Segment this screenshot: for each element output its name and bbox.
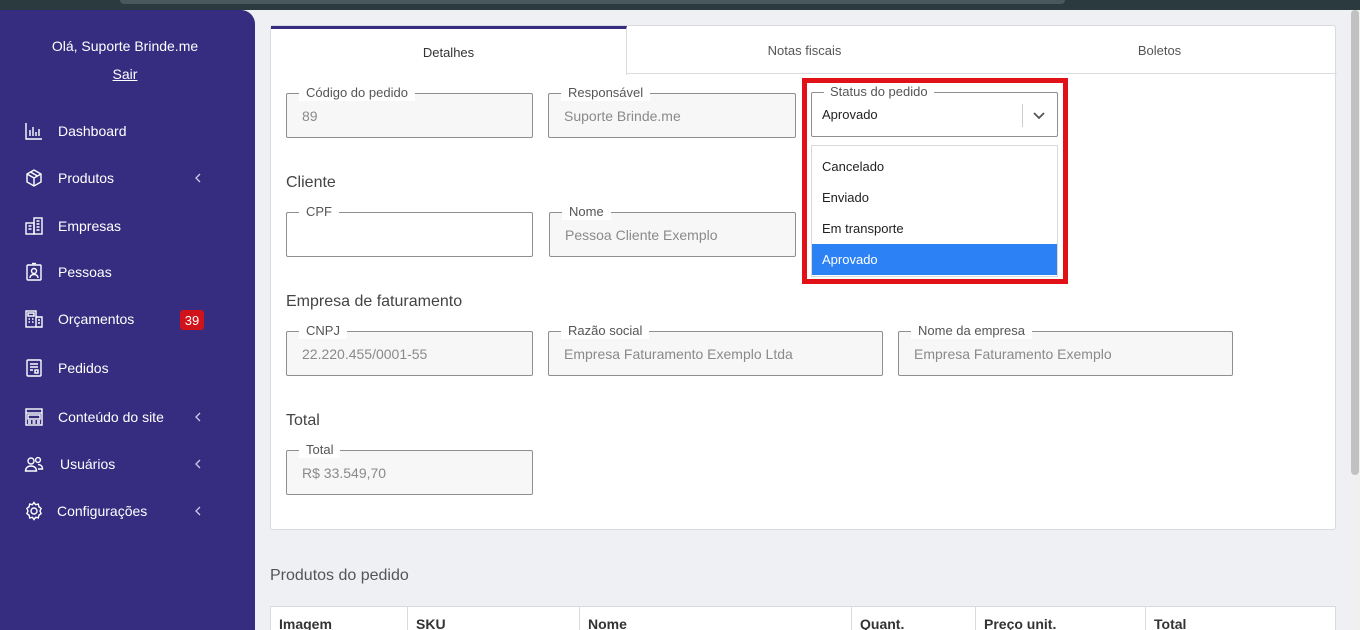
sidebar-item-label: Produtos [58, 170, 115, 186]
field-label: Responsável [561, 85, 651, 101]
scrollbar-thumb[interactable] [1351, 10, 1359, 475]
total-value: R$ 33.549,70 [302, 465, 387, 481]
receipt-icon [24, 358, 44, 378]
products-section-title: Produtos do pedido [270, 567, 409, 584]
order-code-field: Código do pedido 89 [286, 85, 533, 138]
bar-chart-icon [24, 121, 44, 141]
field-label: Razão social [561, 323, 650, 339]
cnpj-field: CNPJ 22.220.455/0001-55 [286, 323, 533, 376]
tab-notas-fiscais[interactable]: Notas fiscais [627, 26, 982, 74]
address-bar [120, 0, 1065, 4]
greeting-text: Olá, Suporte Brinde.me [51, 38, 199, 54]
sidebar-item-configuracoes[interactable]: Configurações [0, 494, 255, 528]
products-table: Imagem SKU Nome Quant. Preço unit. Total [270, 606, 1336, 630]
sidebar-item-label: Pessoas [58, 264, 112, 280]
status-dropdown-menu: Cancelado Enviado Em transporte Aprovado [811, 145, 1058, 277]
sidebar-item-label: Conteúdo do site [58, 409, 164, 425]
billing-section-title: Empresa de faturamento [286, 293, 463, 310]
column-header-imagem[interactable]: Imagem [271, 607, 408, 630]
total-section-title: Total [286, 412, 320, 429]
column-header-quantidade[interactable]: Quant. [852, 607, 976, 630]
id-card-icon [24, 262, 44, 282]
field-label: CNPJ [299, 323, 347, 339]
sidebar-item-dashboard[interactable]: Dashboard [0, 114, 255, 148]
client-section-title: Cliente [286, 174, 336, 191]
order-code-value: 89 [302, 108, 318, 124]
sidebar-item-usuarios[interactable]: Usuários [0, 447, 255, 481]
field-label: CPF [299, 204, 339, 220]
sidebar-item-pessoas[interactable]: Pessoas [0, 255, 255, 289]
company-name-field: Nome da empresa Empresa Faturamento Exem… [898, 323, 1233, 376]
tab-boletos[interactable]: Boletos [982, 26, 1337, 74]
tab-detalhes[interactable]: Detalhes [271, 26, 627, 75]
razao-social-field: Razão social Empresa Faturamento Exemplo… [548, 323, 883, 376]
chevron-left-icon [195, 506, 201, 516]
chevron-left-icon [195, 412, 201, 422]
logout-link[interactable]: Sair [0, 66, 250, 82]
responsible-field: Responsável Suporte Brinde.me [548, 85, 796, 138]
chevron-left-icon [195, 173, 201, 183]
column-header-preco-unit[interactable]: Preço unit. [976, 607, 1146, 630]
field-label: Nome [562, 204, 611, 220]
cnpj-value: 22.220.455/0001-55 [302, 346, 428, 362]
page-scrollbar[interactable] [1350, 10, 1360, 630]
sidebar: Olá, Suporte Brinde.me Sair Dashboard Pr… [0, 10, 255, 630]
tab-bar: Detalhes Notas fiscais Boletos [271, 26, 1337, 75]
sidebar-item-label: Pedidos [58, 360, 109, 376]
status-option-enviado[interactable]: Enviado [812, 182, 1057, 213]
users-icon [24, 454, 44, 474]
orcamentos-count-badge: 39 [180, 310, 204, 330]
column-header-nome[interactable]: Nome [580, 607, 852, 630]
razao-social-value: Empresa Faturamento Exemplo Ltda [564, 346, 793, 362]
sidebar-item-label: Orçamentos [58, 311, 135, 327]
status-select[interactable]: Status do pedido Aprovado [811, 84, 1058, 137]
status-selected-value: Aprovado [822, 107, 878, 122]
column-header-total[interactable]: Total [1146, 607, 1335, 630]
sidebar-item-label: Configurações [57, 503, 148, 519]
total-field: Total R$ 33.549,70 [286, 442, 533, 495]
box-icon [24, 168, 44, 188]
select-separator [1022, 104, 1023, 127]
field-label: Total [299, 442, 341, 458]
field-label: Nome da empresa [911, 323, 1032, 339]
sidebar-item-label: Empresas [58, 218, 122, 234]
client-name-field: Nome Pessoa Cliente Exemplo [549, 204, 796, 257]
field-label: Código do pedido [299, 85, 415, 101]
cpf-field[interactable]: CPF [286, 204, 533, 257]
sidebar-item-pedidos[interactable]: Pedidos [0, 351, 255, 385]
company-name-value: Empresa Faturamento Exemplo [914, 346, 1112, 362]
status-option-aprovado[interactable]: Aprovado [812, 244, 1057, 275]
chevron-left-icon [195, 459, 201, 469]
client-name-value: Pessoa Cliente Exemplo [565, 227, 718, 243]
sidebar-item-empresas[interactable]: Empresas [0, 209, 255, 243]
responsible-value: Suporte Brinde.me [564, 108, 681, 124]
sidebar-item-orcamentos[interactable]: Orçamentos 39 [0, 302, 255, 336]
field-label: Status do pedido [824, 84, 934, 100]
status-option-cancelado[interactable]: Cancelado [812, 151, 1057, 182]
sidebar-item-label: Usuários [60, 456, 116, 472]
building-icon [24, 216, 44, 236]
calculator-icon [24, 309, 44, 329]
sidebar-item-produtos[interactable]: Produtos [0, 161, 255, 195]
browser-top-strip [0, 0, 1360, 10]
column-header-sku[interactable]: SKU [408, 607, 580, 630]
sidebar-item-label: Dashboard [58, 123, 127, 139]
layout-icon [24, 407, 44, 427]
status-highlight-box: Status do pedido Aprovado Cancelado Envi… [802, 78, 1068, 284]
status-option-em-transporte[interactable]: Em transporte [812, 213, 1057, 244]
sidebar-item-conteudo-do-site[interactable]: Conteúdo do site [0, 400, 255, 434]
gear-icon [24, 501, 44, 521]
chevron-down-icon[interactable] [1031, 107, 1047, 123]
